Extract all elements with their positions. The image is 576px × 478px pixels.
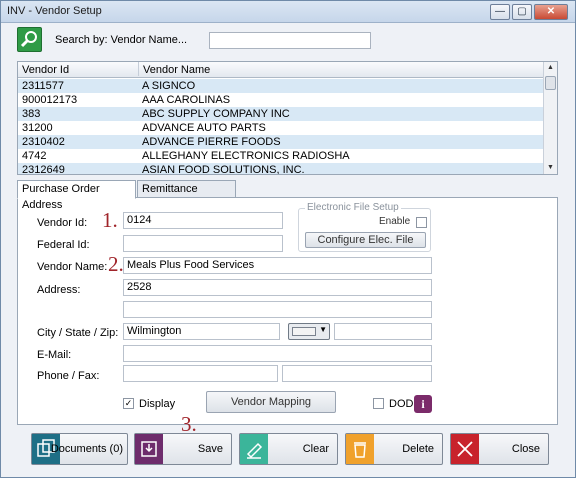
phone-fax-label: Phone / Fax: xyxy=(37,370,100,382)
city-state-zip-label: City / State / Zip: xyxy=(37,327,119,339)
vendor-id-label: Vendor Id: xyxy=(37,217,88,229)
display-label: Display xyxy=(139,398,176,410)
maximize-button[interactable]: ▢ xyxy=(512,4,532,20)
state-dropdown[interactable]: ▼ xyxy=(288,323,330,340)
save-button[interactable]: Save xyxy=(134,433,232,465)
table-row[interactable]: 2310402 ADVANCE PIERRE FOODS xyxy=(18,135,544,149)
minimize-button[interactable]: — xyxy=(490,4,510,20)
window-close-button[interactable]: ✕ xyxy=(534,4,568,20)
address-line1-field[interactable]: 2528 xyxy=(123,279,432,296)
table-row[interactable]: 2312649 ASIAN FOOD SOLUTIONS, INC. xyxy=(18,163,544,175)
efs-enable-checkbox[interactable] xyxy=(416,217,427,228)
column-header-vendor-id[interactable]: Vendor Id xyxy=(22,64,69,76)
vendor-id-cell: 2311577 xyxy=(22,80,65,92)
delete-label: Delete xyxy=(402,443,434,455)
trash-icon xyxy=(346,434,374,464)
configure-elec-file-button[interactable]: Configure Elec. File xyxy=(305,232,426,248)
vendor-mapping-button[interactable]: Vendor Mapping xyxy=(206,391,336,413)
city-field[interactable]: Wilmington xyxy=(123,323,280,340)
window-title: INV - Vendor Setup xyxy=(7,5,102,17)
save-icon xyxy=(135,434,163,464)
grid-header: Vendor Id Vendor Name xyxy=(18,62,544,78)
tab-purchase-order-address[interactable]: Purchase Order Address xyxy=(17,180,136,211)
vendor-id-cell: 2312649 xyxy=(22,164,65,175)
efs-enable-label: Enable xyxy=(379,216,411,227)
table-row[interactable]: 900012173 AAA CAROLINAS xyxy=(18,93,544,107)
table-row[interactable]: 4742 ALLEGHANY ELECTRONICS RADIOSHA xyxy=(18,149,544,163)
vendor-id-cell: 4742 xyxy=(22,150,47,162)
table-row[interactable]: 2311577 A SIGNCO xyxy=(18,79,544,93)
table-row[interactable]: 383 ABC SUPPLY COMPANY INC xyxy=(18,107,544,121)
marker-2: 2. xyxy=(108,252,124,276)
efs-title: Electronic File Setup xyxy=(305,202,401,213)
email-label: E-Mail: xyxy=(37,349,72,361)
clear-button[interactable]: Clear xyxy=(239,433,338,465)
scroll-thumb[interactable] xyxy=(545,76,556,90)
federal-id-field[interactable] xyxy=(123,235,283,252)
vendor-name-cell: ABC SUPPLY COMPANY INC xyxy=(142,108,290,120)
scroll-up-icon[interactable]: ▲ xyxy=(544,62,557,74)
vendor-name-cell: ADVANCE AUTO PARTS xyxy=(142,122,266,134)
vendor-grid[interactable]: Vendor Id Vendor Name 2311577 A SIGNCO 9… xyxy=(17,61,558,175)
column-header-vendor-name[interactable]: Vendor Name xyxy=(138,62,210,76)
search-label: Search by: Vendor Name... xyxy=(55,34,188,46)
vendor-name-cell: A SIGNCO xyxy=(142,80,196,92)
search-input[interactable] xyxy=(209,32,371,49)
vendor-name-cell: ASIAN FOOD SOLUTIONS, INC. xyxy=(142,164,305,175)
table-row[interactable]: 31200 ADVANCE AUTO PARTS xyxy=(18,121,544,135)
clear-label: Clear xyxy=(302,443,329,455)
fax-field[interactable] xyxy=(282,365,432,382)
address-line2-field[interactable] xyxy=(123,301,432,318)
vendor-name-field[interactable]: Meals Plus Food Services xyxy=(123,257,432,274)
tab-remittance-address[interactable]: Remittance Address xyxy=(137,180,236,211)
delete-button[interactable]: Delete xyxy=(345,433,443,465)
save-label: Save xyxy=(197,443,223,455)
close-button[interactable]: Close xyxy=(450,433,549,465)
documents-label: Documents (0) xyxy=(50,443,123,455)
state-value xyxy=(292,327,316,336)
vendor-id-cell: 383 xyxy=(22,108,41,120)
display-checkbox[interactable]: ✓ xyxy=(123,398,134,409)
vendor-id-cell: 2310402 xyxy=(22,136,65,148)
chevron-down-icon: ▼ xyxy=(319,325,327,334)
address-label: Address: xyxy=(37,284,81,296)
close-label: Close xyxy=(511,443,540,455)
zip-field[interactable] xyxy=(334,323,432,340)
address-panel: Vendor Id: 1. 0124 Federal Id: Electroni… xyxy=(17,197,558,425)
dod-checkbox[interactable] xyxy=(373,398,384,409)
search-row: Search by: Vendor Name... xyxy=(17,27,377,53)
phone-field[interactable] xyxy=(123,365,278,382)
grid-scrollbar[interactable]: ▲ ▼ xyxy=(543,62,557,174)
electronic-file-setup-group: Electronic File Setup Enable Configure E… xyxy=(298,202,431,252)
vendor-name-cell: ADVANCE PIERRE FOODS xyxy=(142,136,281,148)
vendor-id-field[interactable]: 0124 xyxy=(123,212,283,229)
dod-label: DOD xyxy=(389,398,414,410)
marker-1: 1. xyxy=(102,208,118,232)
vendor-id-cell: 900012173 xyxy=(22,94,78,106)
documents-button[interactable]: Documents (0) xyxy=(31,433,128,465)
close-icon xyxy=(451,434,479,464)
eraser-icon xyxy=(240,434,268,464)
search-button[interactable] xyxy=(17,27,42,52)
vendor-name-cell: AAA CAROLINAS xyxy=(142,94,231,106)
vendor-id-cell: 31200 xyxy=(22,122,53,134)
vendor-name-label: Vendor Name: xyxy=(37,261,108,273)
scroll-down-icon[interactable]: ▼ xyxy=(544,162,557,174)
vendor-name-cell: ALLEGHANY ELECTRONICS RADIOSHA xyxy=(142,150,350,162)
search-icon xyxy=(20,31,37,48)
title-bar: INV - Vendor Setup — ▢ ✕ xyxy=(1,1,575,23)
info-icon[interactable]: i xyxy=(414,395,432,413)
email-field[interactable] xyxy=(123,345,432,362)
federal-id-label: Federal Id: xyxy=(37,239,90,251)
vendor-setup-window: INV - Vendor Setup — ▢ ✕ Search by: Vend… xyxy=(0,0,576,478)
